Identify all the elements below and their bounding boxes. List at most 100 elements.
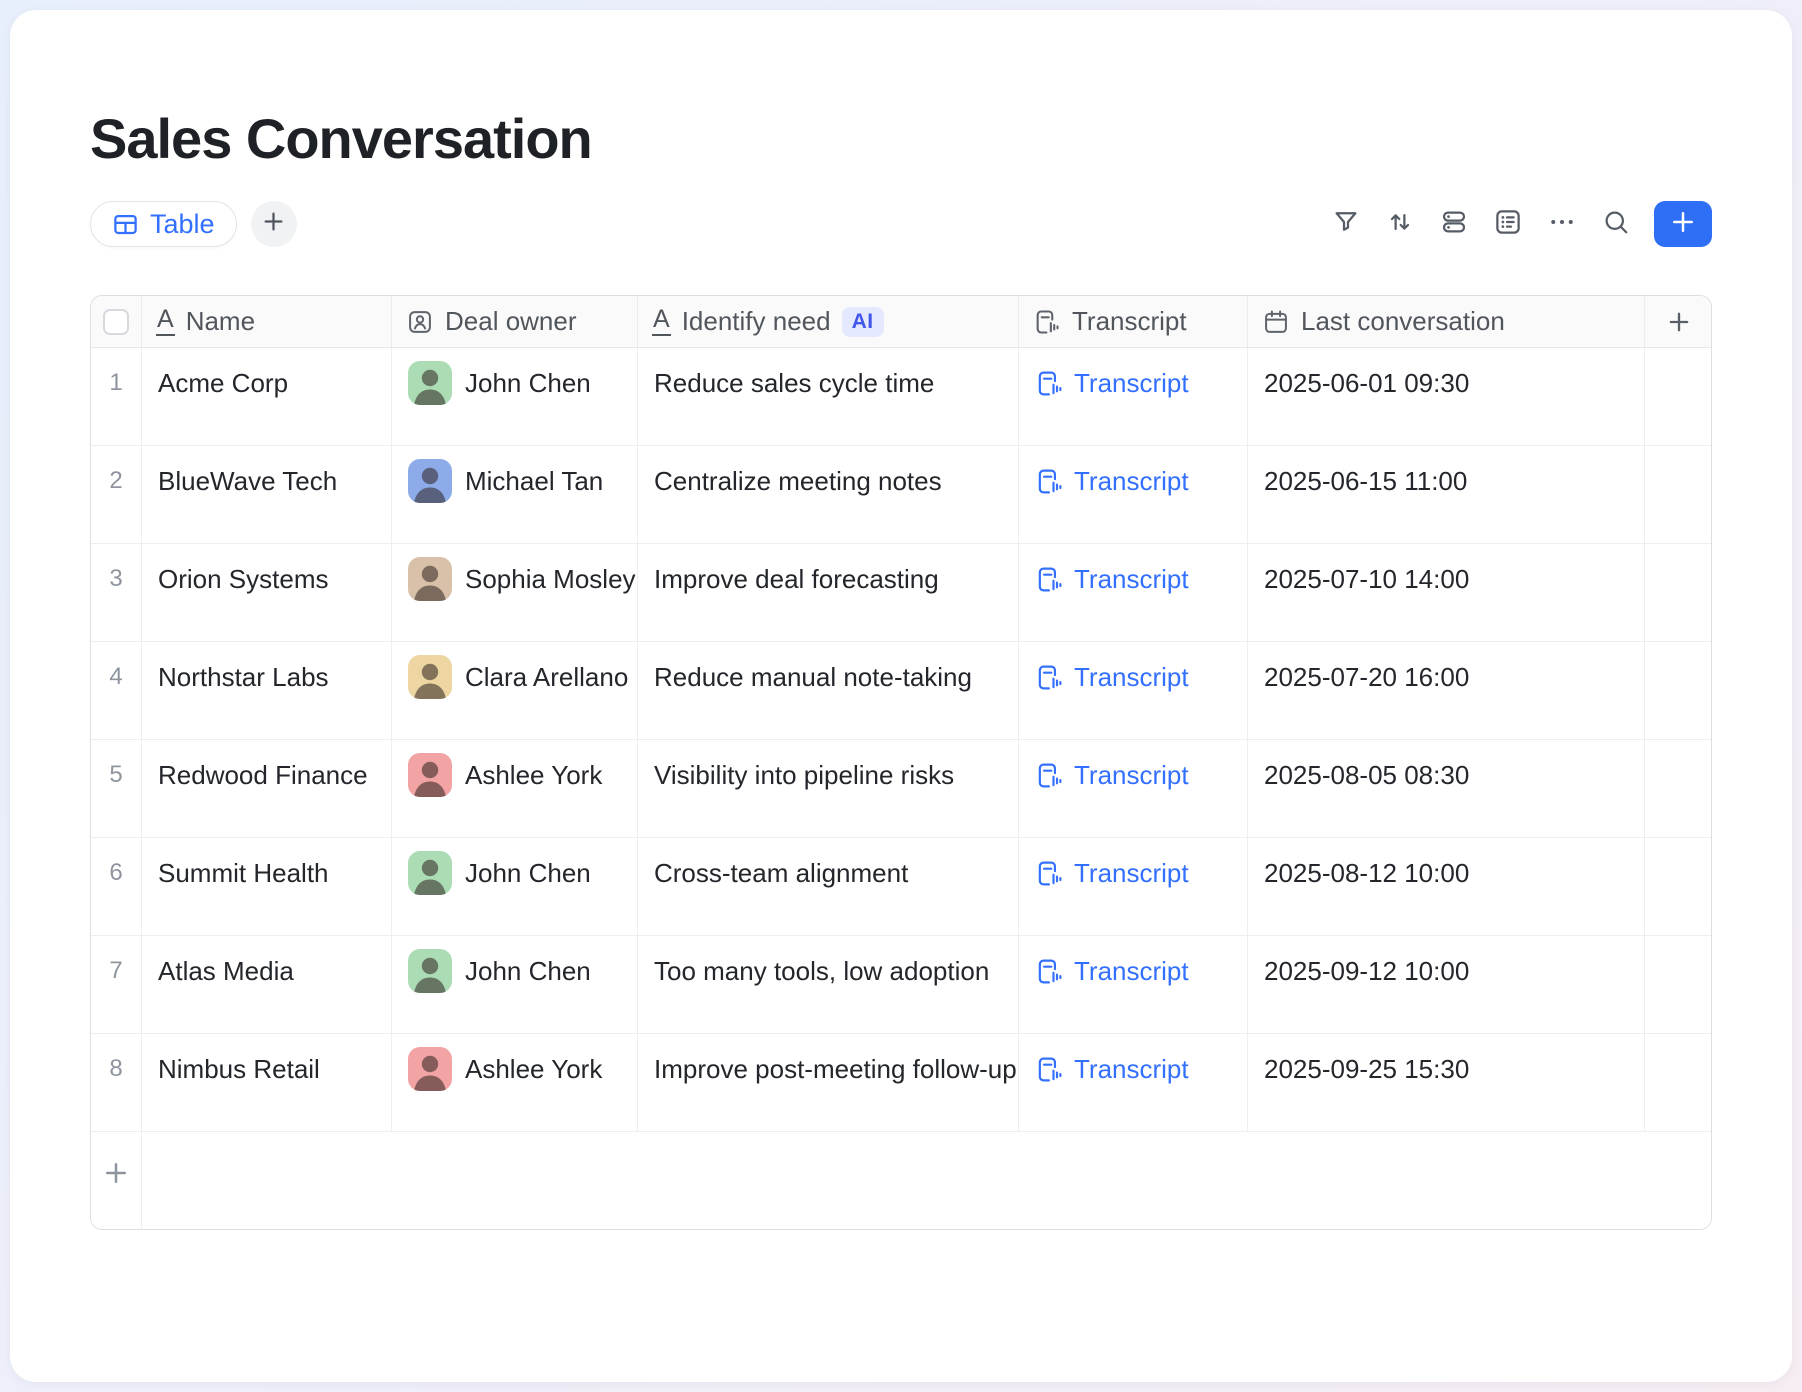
last-conversation-cell[interactable]: 2025-07-20 16:00 bbox=[1248, 642, 1645, 740]
empty-cell bbox=[1645, 838, 1712, 936]
deal-owner-cell[interactable]: Ashlee York bbox=[392, 1034, 638, 1132]
transcript-cell[interactable]: Transcript bbox=[1019, 1034, 1248, 1132]
last-conversation-cell[interactable]: 2025-09-25 15:30 bbox=[1248, 1034, 1645, 1132]
column-header-deal-owner[interactable]: Deal owner bbox=[392, 296, 638, 348]
deal-owner-cell[interactable]: Sophia Mosley bbox=[392, 544, 638, 642]
plus-icon bbox=[260, 208, 287, 240]
owner-name: Clara Arellano bbox=[465, 655, 628, 699]
row-number-cell[interactable]: 8 bbox=[91, 1034, 142, 1132]
empty-cell bbox=[1645, 642, 1712, 740]
select-all-header bbox=[91, 296, 142, 348]
filter-button[interactable] bbox=[1324, 202, 1368, 246]
last-conversation-value: 2025-09-25 15:30 bbox=[1264, 1047, 1469, 1091]
identify-need-cell[interactable]: Visibility into pipeline risks bbox=[638, 740, 1019, 838]
deal-owner-cell[interactable]: Clara Arellano bbox=[392, 642, 638, 740]
row-number-cell[interactable]: 6 bbox=[91, 838, 142, 936]
group-button[interactable] bbox=[1432, 202, 1476, 246]
transcript-link[interactable]: Transcript bbox=[1035, 459, 1189, 503]
transcript-link[interactable]: Transcript bbox=[1035, 851, 1189, 895]
identify-need-cell[interactable]: Reduce manual note-taking bbox=[638, 642, 1019, 740]
transcript-link[interactable]: Transcript bbox=[1035, 655, 1189, 699]
identify-need-cell[interactable]: Improve post-meeting follow-up bbox=[638, 1034, 1019, 1132]
add-record-button[interactable] bbox=[1654, 201, 1712, 247]
deal-owner-cell[interactable]: John Chen bbox=[392, 936, 638, 1034]
transcript-cell[interactable]: Transcript bbox=[1019, 446, 1248, 544]
company-name: Redwood Finance bbox=[158, 753, 368, 797]
add-view-button[interactable] bbox=[251, 201, 297, 247]
deal-owner-cell[interactable]: John Chen bbox=[392, 348, 638, 446]
transcript-cell[interactable]: Transcript bbox=[1019, 642, 1248, 740]
row-number: 5 bbox=[109, 753, 122, 797]
sort-button[interactable] bbox=[1378, 202, 1422, 246]
name-cell[interactable]: Redwood Finance bbox=[142, 740, 392, 838]
column-label: Name bbox=[186, 306, 255, 337]
row-number-cell[interactable]: 3 bbox=[91, 544, 142, 642]
transcript-link[interactable]: Transcript bbox=[1035, 1047, 1189, 1091]
transcript-cell[interactable]: Transcript bbox=[1019, 544, 1248, 642]
name-cell[interactable]: Nimbus Retail bbox=[142, 1034, 392, 1132]
add-column-button[interactable] bbox=[1645, 296, 1712, 348]
column-header-transcript[interactable]: Transcript bbox=[1019, 296, 1248, 348]
select-all-checkbox[interactable] bbox=[103, 309, 129, 335]
deal-owner-cell[interactable]: Michael Tan bbox=[392, 446, 638, 544]
row-number-cell[interactable]: 2 bbox=[91, 446, 142, 544]
column-header-last-conversation[interactable]: Last conversation bbox=[1248, 296, 1645, 348]
toolbar bbox=[1324, 201, 1712, 247]
more-button[interactable] bbox=[1540, 202, 1584, 246]
filter-icon bbox=[1331, 207, 1361, 242]
search-button[interactable] bbox=[1594, 202, 1638, 246]
last-conversation-cell[interactable]: 2025-09-12 10:00 bbox=[1248, 936, 1645, 1034]
data-table: A Name Deal owner A Identify need AI Tra… bbox=[90, 295, 1712, 1230]
identify-need-cell[interactable]: Reduce sales cycle time bbox=[638, 348, 1019, 446]
avatar bbox=[408, 851, 452, 895]
name-cell[interactable]: Summit Health bbox=[142, 838, 392, 936]
last-conversation-cell[interactable]: 2025-08-05 08:30 bbox=[1248, 740, 1645, 838]
transcript-label: Transcript bbox=[1074, 753, 1189, 797]
avatar bbox=[408, 459, 452, 503]
column-header-name[interactable]: A Name bbox=[142, 296, 392, 348]
view-tab-table[interactable]: Table bbox=[90, 201, 237, 247]
name-cell[interactable]: Northstar Labs bbox=[142, 642, 392, 740]
owner-name: Michael Tan bbox=[465, 459, 603, 503]
transcript-link[interactable]: Transcript bbox=[1035, 557, 1189, 601]
identify-need-cell[interactable]: Centralize meeting notes bbox=[638, 446, 1019, 544]
name-cell[interactable]: Acme Corp bbox=[142, 348, 392, 446]
transcript-link[interactable]: Transcript bbox=[1035, 753, 1189, 797]
name-cell[interactable]: Atlas Media bbox=[142, 936, 392, 1034]
owner-name: Ashlee York bbox=[465, 1047, 602, 1091]
last-conversation-cell[interactable]: 2025-06-15 11:00 bbox=[1248, 446, 1645, 544]
column-label: Deal owner bbox=[445, 306, 577, 337]
company-name: Summit Health bbox=[158, 851, 329, 895]
column-header-identify-need[interactable]: A Identify need AI bbox=[638, 296, 1019, 348]
row-number-cell[interactable]: 4 bbox=[91, 642, 142, 740]
transcript-cell[interactable]: Transcript bbox=[1019, 740, 1248, 838]
search-icon bbox=[1601, 207, 1631, 242]
add-row-area[interactable] bbox=[142, 1132, 1712, 1229]
deal-owner-cell[interactable]: John Chen bbox=[392, 838, 638, 936]
deal-owner-cell[interactable]: Ashlee York bbox=[392, 740, 638, 838]
row-number: 4 bbox=[109, 655, 122, 699]
last-conversation-value: 2025-08-05 08:30 bbox=[1264, 753, 1469, 797]
identify-need-cell[interactable]: Too many tools, low adoption bbox=[638, 936, 1019, 1034]
transcript-cell[interactable]: Transcript bbox=[1019, 936, 1248, 1034]
transcript-link[interactable]: Transcript bbox=[1035, 949, 1189, 993]
row-number-cell[interactable]: 5 bbox=[91, 740, 142, 838]
transcript-cell[interactable]: Transcript bbox=[1019, 348, 1248, 446]
last-conversation-cell[interactable]: 2025-08-12 10:00 bbox=[1248, 838, 1645, 936]
row-number-cell[interactable]: 7 bbox=[91, 936, 142, 1034]
add-row-button[interactable] bbox=[91, 1132, 142, 1229]
owner-name: Sophia Mosley bbox=[465, 557, 636, 601]
row-number: 6 bbox=[109, 851, 122, 895]
name-cell[interactable]: Orion Systems bbox=[142, 544, 392, 642]
transcript-icon bbox=[1035, 565, 1064, 594]
last-conversation-cell[interactable]: 2025-06-01 09:30 bbox=[1248, 348, 1645, 446]
transcript-cell[interactable]: Transcript bbox=[1019, 838, 1248, 936]
transcript-link[interactable]: Transcript bbox=[1035, 361, 1189, 405]
person-field-icon bbox=[406, 308, 434, 336]
row-number-cell[interactable]: 1 bbox=[91, 348, 142, 446]
form-button[interactable] bbox=[1486, 202, 1530, 246]
identify-need-cell[interactable]: Improve deal forecasting bbox=[638, 544, 1019, 642]
name-cell[interactable]: BlueWave Tech bbox=[142, 446, 392, 544]
identify-need-cell[interactable]: Cross-team alignment bbox=[638, 838, 1019, 936]
last-conversation-cell[interactable]: 2025-07-10 14:00 bbox=[1248, 544, 1645, 642]
